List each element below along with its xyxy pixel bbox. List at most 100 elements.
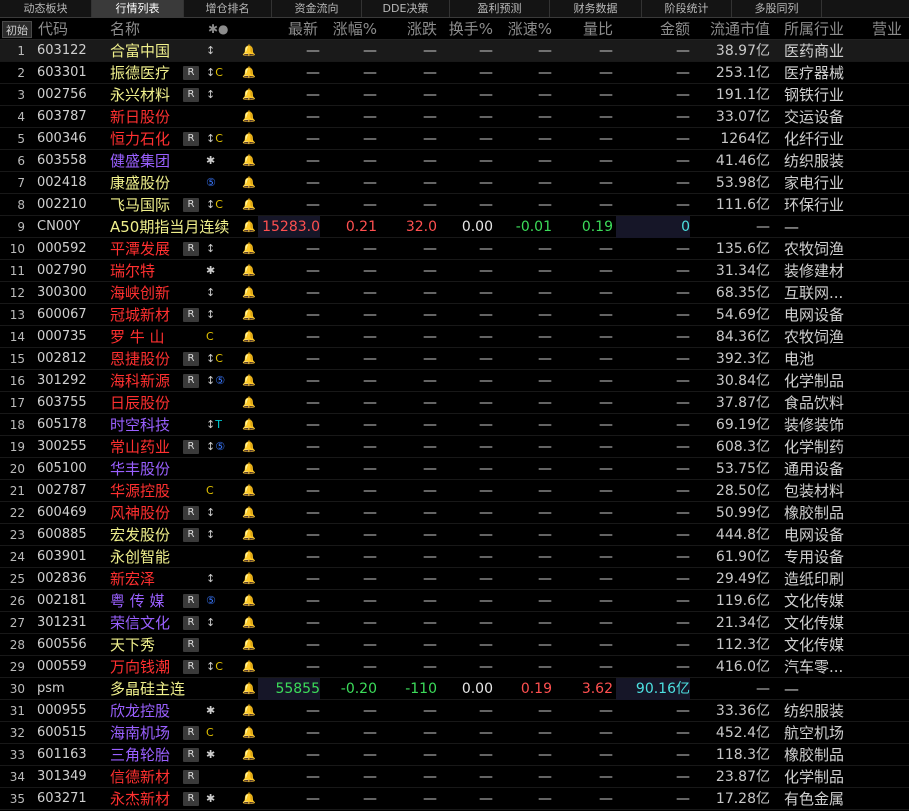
table-row[interactable]: 26 002181 粤 传 媒 R ⑤ 🔔 — — — — — — —119.6亿 文化传媒 (0, 590, 909, 612)
bell-icon[interactable]: 🔔 (242, 766, 256, 788)
tab-2[interactable]: 行情列表 (92, 0, 184, 17)
bell-icon[interactable]: 🔔 (242, 568, 256, 590)
table-row[interactable]: 6 603558 健盛集团 ✱ 🔔 — — — — — — —41.46亿 纺织服装 (0, 150, 909, 172)
stock-code[interactable]: 600885 (37, 524, 107, 546)
bell-icon[interactable]: 🔔 (242, 84, 256, 106)
table-row[interactable]: 21 002787 华源控股 C 🔔 — — — — — — —28.50亿 包装材料 (0, 480, 909, 502)
stock-code[interactable]: 600469 (37, 502, 107, 524)
stock-code[interactable]: 000735 (37, 326, 107, 348)
stock-code[interactable]: 300300 (37, 282, 107, 304)
col-change-pct[interactable]: 涨幅% (322, 19, 377, 40)
bell-icon[interactable]: 🔔 (242, 106, 256, 128)
table-row[interactable]: 10 000592 平潭发展 R ↕ 🔔 — — — — — — —135.6亿 农牧饲渔 (0, 238, 909, 260)
bell-icon[interactable]: 🔔 (242, 304, 256, 326)
tab-9[interactable]: 多股同列 (732, 0, 822, 17)
stock-code[interactable]: 000955 (37, 700, 107, 722)
bell-icon[interactable]: 🔔 (242, 502, 256, 524)
table-row[interactable]: 12 300300 海峡创新 ↕ 🔔 — — — — — — —68.35亿 互联网... (0, 282, 909, 304)
table-row[interactable]: 20 605100 华丰股份 🔔 — — — — — — —53.75亿 通用设备 (0, 458, 909, 480)
table-row[interactable]: 27 301231 荣信文化 R ↕ 🔔 — — — — — — —21.34亿 文化传媒 (0, 612, 909, 634)
bell-icon[interactable]: 🔔 (242, 744, 256, 766)
col-industry[interactable]: 所属行业 (784, 19, 854, 40)
col-amount[interactable]: 金额 (616, 19, 690, 40)
table-row[interactable]: 4 603787 新日股份 🔔 — — — — — — —33.07亿 交运设备 (0, 106, 909, 128)
stock-code[interactable]: 000592 (37, 238, 107, 260)
bell-icon[interactable]: 🔔 (242, 414, 256, 436)
stock-code[interactable]: 600346 (37, 128, 107, 150)
bell-icon[interactable]: 🔔 (242, 260, 256, 282)
stock-code[interactable]: 603271 (37, 788, 107, 810)
table-row[interactable]: 11 002790 瑞尔特 ✱ 🔔 — — — — — — —31.34亿 装修建材 (0, 260, 909, 282)
table-row[interactable]: 16 301292 海科新源 R ↕⑤ 🔔 — — — — — — —30.84亿 化学制品 (0, 370, 909, 392)
bell-icon[interactable]: 🔔 (242, 546, 256, 568)
stock-code[interactable]: CN00Y (37, 216, 107, 238)
bell-icon[interactable]: 🔔 (242, 678, 256, 700)
table-row[interactable]: 33 601163 三角轮胎 R ✱ 🔔 — — — — — — —118.3亿 橡胶制品 (0, 744, 909, 766)
table-row[interactable]: 18 605178 时空科技 ↕T 🔔 — — — — — — —69.19亿 装修装饰 (0, 414, 909, 436)
stock-code[interactable]: 000559 (37, 656, 107, 678)
col-turnover[interactable]: 换手% (440, 19, 493, 40)
table-row[interactable]: 14 000735 罗 牛 山 C 🔔 — — — — — — —84.36亿 农牧饲渔 (0, 326, 909, 348)
col-volume-ratio[interactable]: 量比 (554, 19, 613, 40)
tab-6[interactable]: 盈利预测 (450, 0, 550, 17)
stock-code[interactable]: 603787 (37, 106, 107, 128)
bell-icon[interactable]: 🔔 (242, 722, 256, 744)
table-row[interactable]: 1 603122 合富中国 ↕ 🔔 — — — — — — —38.97亿 医药商业 (0, 40, 909, 62)
table-row[interactable]: 29 000559 万向钱潮 R ↕C 🔔 — — — — — — —416.0亿 汽车零... (0, 656, 909, 678)
table-row[interactable]: 19 300255 常山药业 R ↕⑤ 🔔 — — — — — — —608.3亿 化学制药 (0, 436, 909, 458)
stock-code[interactable]: 002787 (37, 480, 107, 502)
bell-icon[interactable]: 🔔 (242, 612, 256, 634)
table-row[interactable]: 32 600515 海南机场 R C 🔔 — — — — — — —452.4亿 航空机场 (0, 722, 909, 744)
stock-code[interactable]: 002812 (37, 348, 107, 370)
bell-icon[interactable]: 🔔 (242, 172, 256, 194)
table-row[interactable]: 23 600885 宏发股份 R ↕ 🔔 — — — — — — —444.8亿 电网设备 (0, 524, 909, 546)
table-row[interactable]: 25 002836 新宏泽 ↕ 🔔 — — — — — — —29.49亿 造纸印刷 (0, 568, 909, 590)
col-speed[interactable]: 涨速% (496, 19, 552, 40)
table-row[interactable]: 15 002812 恩捷股份 R ↕C 🔔 — — — — — — —392.3亿 电池 (0, 348, 909, 370)
table-row[interactable]: 9 CN00Y A50期指当月连续 🔔 15283.0 0.21 32.0 0.00 -0.01… (0, 216, 909, 238)
stock-code[interactable]: 603558 (37, 150, 107, 172)
table-row[interactable]: 7 002418 康盛股份 ⑤ 🔔 — — — — — — —53.98亿 家电行业 (0, 172, 909, 194)
table-row[interactable]: 24 603901 永创智能 🔔 — — — — — — —61.90亿 专用设备 (0, 546, 909, 568)
col-name[interactable]: 名称 (110, 19, 170, 40)
tab-7[interactable]: 财务数据 (550, 0, 642, 17)
stock-code[interactable]: 002790 (37, 260, 107, 282)
tab-3[interactable]: 增仓排名 (184, 0, 272, 17)
tab-5[interactable]: DDE决策 (362, 0, 450, 17)
stock-code[interactable]: 603755 (37, 392, 107, 414)
tab-8[interactable]: 阶段统计 (642, 0, 732, 17)
tab-1[interactable]: 动态板块 (0, 0, 92, 17)
stock-code[interactable]: 605100 (37, 458, 107, 480)
table-row[interactable]: 30 psm 多晶硅主连 🔔 55855 -0.20 -110 0.00 0.19 3.62 90.… (0, 678, 909, 700)
stock-code[interactable]: 301349 (37, 766, 107, 788)
table-row[interactable]: 5 600346 恒力石化 R ↕C 🔔 — — — — — — —1264亿 化纤行业 (0, 128, 909, 150)
stock-code[interactable]: 002418 (37, 172, 107, 194)
table-row[interactable]: 3 002756 永兴材料 R ↕ 🔔 — — — — — — —191.1亿 钢铁行业 (0, 84, 909, 106)
bell-icon[interactable]: 🔔 (242, 700, 256, 722)
bell-icon[interactable]: 🔔 (242, 128, 256, 150)
stock-code[interactable]: 002181 (37, 590, 107, 612)
col-latest[interactable]: 最新 (260, 19, 318, 40)
col-float-cap[interactable]: 流通市值 (700, 19, 770, 40)
bell-icon[interactable]: 🔔 (242, 194, 256, 216)
stock-code[interactable]: 600067 (37, 304, 107, 326)
stock-code[interactable]: 603901 (37, 546, 107, 568)
bell-icon[interactable]: 🔔 (242, 480, 256, 502)
table-row[interactable]: 17 603755 日辰股份 🔔 — — — — — — —37.87亿 食品饮料 (0, 392, 909, 414)
bell-icon[interactable]: 🔔 (242, 216, 256, 238)
stock-code[interactable]: 600515 (37, 722, 107, 744)
bell-icon[interactable]: 🔔 (242, 282, 256, 304)
col-change-amt[interactable]: 涨跌 (380, 19, 437, 40)
stock-code[interactable]: 301292 (37, 370, 107, 392)
table-row[interactable]: 2 603301 振德医疗 R ↕C 🔔 — — — — — — —253.1亿 医疗器械 (0, 62, 909, 84)
bell-icon[interactable]: 🔔 (242, 392, 256, 414)
bell-icon[interactable]: 🔔 (242, 458, 256, 480)
bell-icon[interactable]: 🔔 (242, 370, 256, 392)
stock-code[interactable]: psm (37, 678, 107, 700)
reset-button[interactable]: 初始 (2, 21, 32, 38)
stock-code[interactable]: 300255 (37, 436, 107, 458)
bell-icon[interactable]: 🔔 (242, 62, 256, 84)
stock-code[interactable]: 603122 (37, 40, 107, 62)
table-row[interactable]: 22 600469 风神股份 R ↕ 🔔 — — — — — — —50.99亿 橡胶制品 (0, 502, 909, 524)
bell-icon[interactable]: 🔔 (242, 326, 256, 348)
